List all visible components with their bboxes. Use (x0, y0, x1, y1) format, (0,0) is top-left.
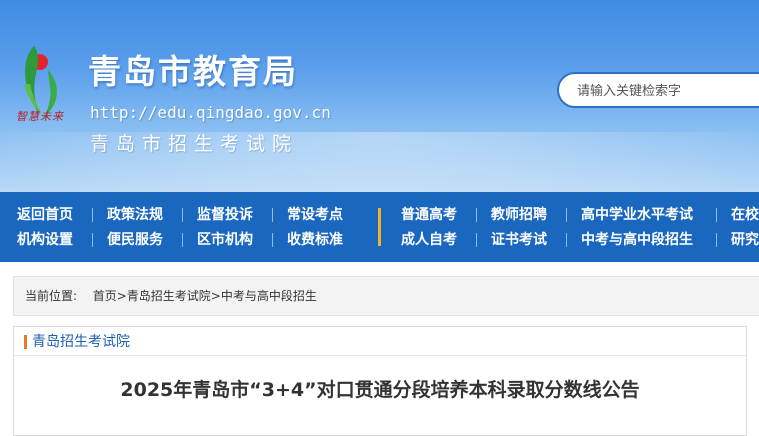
nav-separator (476, 233, 477, 247)
article-title: 2025年青岛市“3+4”对口贯通分段培养本科录取分数线公告 (120, 379, 640, 401)
nav-separator (182, 233, 183, 247)
nav-item-highschool-admission[interactable]: 中考与高中段招生 (581, 228, 693, 252)
breadcrumb-home-link[interactable]: 首页 (93, 289, 117, 303)
logo-slogan: 智慧未来 (16, 110, 64, 123)
nav-item-in-school[interactable]: 在校 (731, 203, 759, 227)
nav-separator (716, 208, 717, 222)
nav-separator (476, 208, 477, 222)
nav-item-academic-test[interactable]: 高中学业水平考试 (581, 203, 693, 227)
nav-separator (272, 233, 273, 247)
nav-item-district-orgs[interactable]: 区市机构 (197, 228, 253, 252)
nav-item-college-exam[interactable]: 普通高考 (401, 203, 457, 227)
nav-separator (92, 233, 93, 247)
nav-item-exam-sites[interactable]: 常设考点 (287, 203, 343, 227)
panel-title: 青岛招生考试院 (32, 334, 130, 350)
nav-item-policies[interactable]: 政策法规 (107, 203, 163, 227)
breadcrumb-label: 当前位置: (25, 289, 78, 303)
panel-header: 青岛招生考试院 (14, 327, 746, 356)
nav-separator (566, 233, 567, 247)
site-subtitle: 青岛市招生考试院 (90, 133, 299, 155)
nav-separator (272, 208, 273, 222)
nav-item-certificate-exam[interactable]: 证书考试 (491, 228, 547, 252)
nav-separator (566, 208, 567, 222)
nav-item-home[interactable]: 返回首页 (17, 203, 73, 227)
main-nav: 返回首页 政策法规 监督投诉 常设考点 普通高考 教师招聘 高中学业水平考试 在… (0, 192, 759, 262)
breadcrumb-separator: > (210, 289, 221, 303)
nav-divider (378, 208, 381, 246)
nav-separator (716, 233, 717, 247)
breadcrumb-separator: > (116, 289, 127, 303)
site-header: 智慧未来 青岛市教育局 http://edu.qingdao.gov.cn 青岛… (0, 0, 759, 192)
nav-item-services[interactable]: 便民服务 (107, 228, 163, 252)
nav-item-research[interactable]: 研究 (731, 228, 759, 252)
nav-item-complaints[interactable]: 监督投诉 (197, 203, 253, 227)
breadcrumb-section-link[interactable]: 青岛招生考试院 (127, 289, 211, 303)
nav-item-teacher-recruit[interactable]: 教师招聘 (491, 203, 547, 227)
search-input[interactable] (557, 72, 759, 108)
breadcrumb: 当前位置: 首页>青岛招生考试院>中考与高中段招生 (13, 276, 759, 316)
nav-separator (92, 208, 93, 222)
panel-accent-bar (24, 335, 27, 349)
site-title[interactable]: 青岛市教育局 (88, 52, 298, 92)
breadcrumb-current-link[interactable]: 中考与高中段招生 (221, 289, 317, 303)
nav-item-adult-exam[interactable]: 成人自考 (401, 228, 457, 252)
nav-item-organization[interactable]: 机构设置 (17, 228, 73, 252)
content-panel: 青岛招生考试院 2025年青岛市“3+4”对口贯通分段培养本科录取分数线公告 (13, 326, 747, 436)
nav-separator (182, 208, 183, 222)
nav-item-fees[interactable]: 收费标准 (287, 228, 343, 252)
site-url: http://edu.qingdao.gov.cn (90, 103, 331, 122)
